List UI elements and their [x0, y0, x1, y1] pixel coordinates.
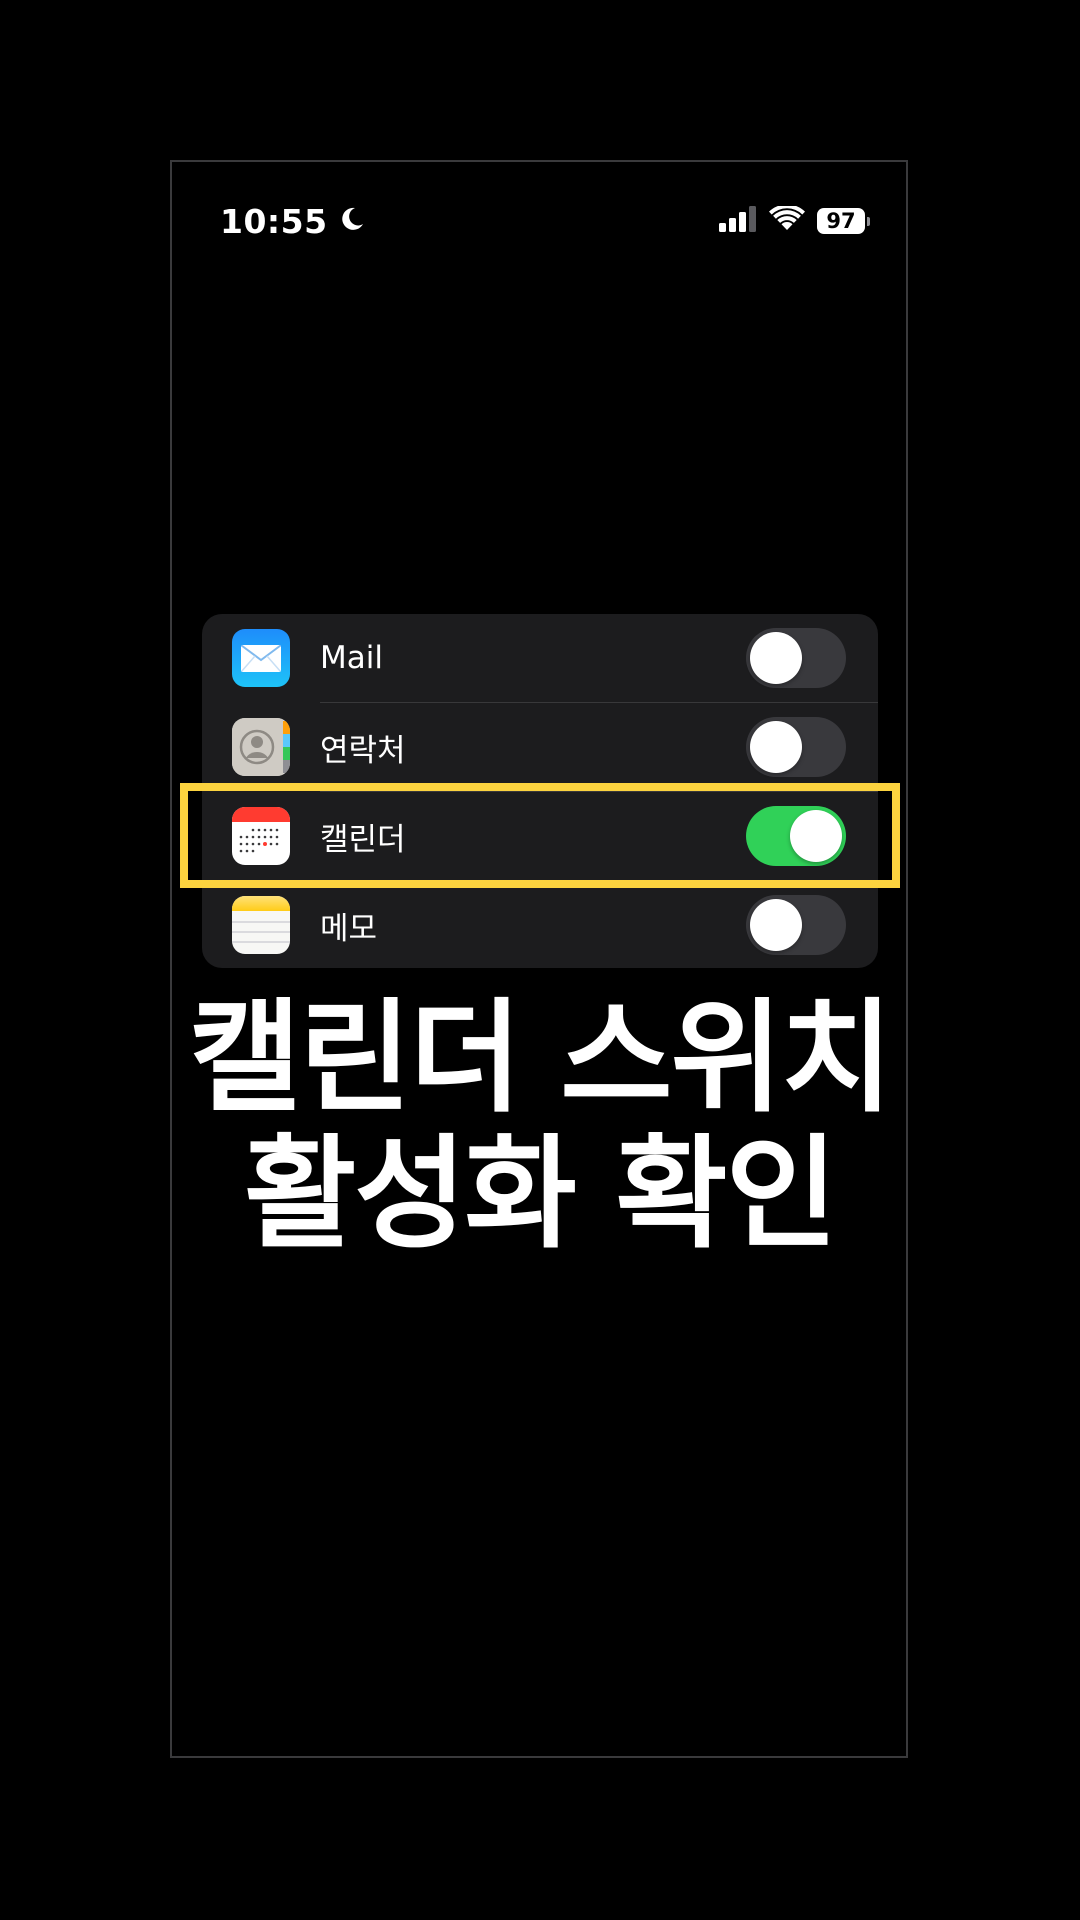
- app-settings-list: Mail 연락처 캘린더 메모: [202, 614, 878, 968]
- toggle-knob: [750, 632, 802, 684]
- battery-icon: 97: [817, 208, 870, 234]
- list-item-label: 메모: [320, 910, 378, 947]
- caption-line-1: 캘린더 스위치: [189, 987, 893, 1129]
- list-item-mail[interactable]: Mail: [202, 614, 878, 702]
- mail-toggle[interactable]: [746, 628, 846, 688]
- toggle-knob: [750, 721, 802, 773]
- contacts-app-icon: [232, 718, 290, 776]
- list-item-label: Mail: [320, 640, 383, 676]
- contacts-toggle[interactable]: [746, 717, 846, 777]
- wifi-icon: [769, 204, 805, 236]
- phone-screenshot-frame: 10:55 97 Mail 연락처 캘린더 메모: [170, 160, 908, 1758]
- list-item-calendar[interactable]: 캘린더: [202, 792, 878, 880]
- notes-toggle[interactable]: [746, 895, 846, 955]
- moon-icon: [338, 205, 366, 237]
- toggle-knob: [790, 810, 842, 862]
- status-time: 10:55: [220, 201, 328, 241]
- list-item-notes[interactable]: 메모: [202, 881, 878, 968]
- status-left: 10:55: [220, 202, 366, 241]
- list-item-label: 캘린더: [320, 821, 406, 858]
- mail-app-icon: [232, 629, 290, 687]
- toggle-knob: [750, 899, 802, 951]
- status-bar: 10:55 97: [220, 198, 870, 244]
- screen: 10:55 97 Mail 연락처 캘린더 메모 캘린더 스위치 활성화 확인: [0, 0, 1080, 1920]
- calendar-toggle[interactable]: [746, 806, 846, 866]
- cellular-signal-icon: [719, 206, 757, 236]
- list-item-contacts[interactable]: 연락처: [202, 703, 878, 791]
- battery-tip: [867, 216, 870, 226]
- calendar-app-icon: [232, 807, 290, 865]
- battery-level: 97: [817, 208, 865, 234]
- status-right: 97: [719, 204, 870, 236]
- list-item-label: 연락처: [320, 732, 406, 769]
- notes-app-icon: [232, 896, 290, 954]
- caption-line-2: 활성화 확인: [244, 1123, 838, 1265]
